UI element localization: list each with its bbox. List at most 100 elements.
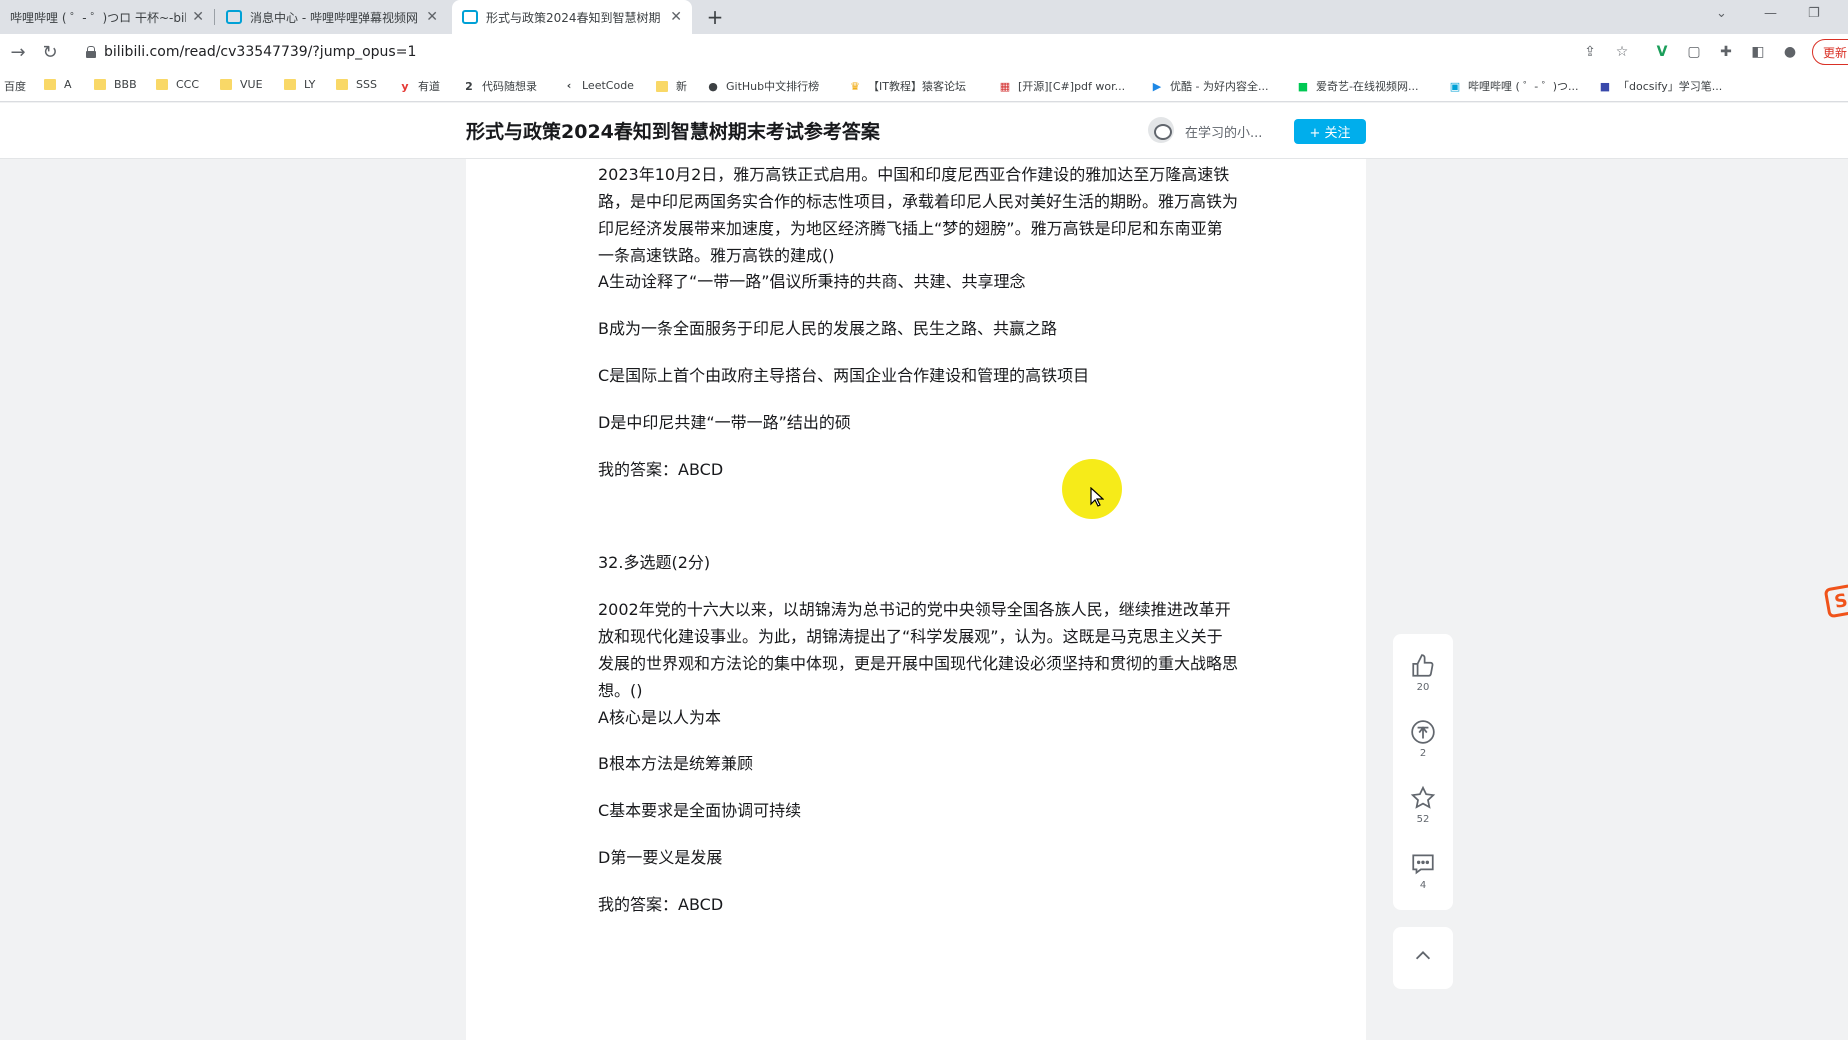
bookmark-bilibili[interactable]: ▣ 哔哩哔哩 ( ゜- ゜)つ... [1448,78,1579,94]
profile-avatar-icon[interactable]: ● [1780,42,1800,62]
question-31-stem: 2023年10月2日，雅万高铁正式启用。中国和印度尼西亚合作建设的雅加达至万隆高… [598,165,1239,265]
tab-strip: 哔哩哔哩 ( ゜- ゜)つロ 干杯~-bili ✕ 消息中心 - 哔哩哔哩弹幕视… [0,0,1848,34]
favorite-count: 52 [1416,814,1430,825]
tab-title: 消息中心 - 哔哩哔哩弹幕视频网 [250,10,418,25]
youdao-icon: y [401,79,409,93]
trophy-icon: ♛ [850,79,860,93]
question-31-option-a: A生动诠释了“一带一路”倡议所秉持的共商、共建、共享理念 [598,272,1026,291]
side-action-panel: 20 2 52 4 [1393,634,1453,910]
folder-icon [284,79,296,90]
bookmark-pdf-word[interactable]: ▦ [开源][C#]pdf wor... [998,78,1125,94]
favorite-button[interactable]: 52 [1393,784,1453,825]
close-icon[interactable]: ✕ [192,9,204,25]
thumbs-up-icon [1409,652,1437,680]
bookmark-star-icon[interactable]: ☆ [1612,42,1632,62]
new-tab-button[interactable]: + [702,4,728,30]
vue-devtools-icon[interactable]: V [1652,42,1672,62]
bookmark-folder-new[interactable]: 新 [656,78,687,94]
question-32-option-c: C基本要求是全面协调可持续 [598,801,802,820]
question-32-answer: 我的答案：ABCD [598,895,724,914]
restore-icon[interactable]: ❐ [1808,6,1820,21]
bilibili-favicon-icon [226,10,242,24]
bookmark-youku[interactable]: ▶ 优酷 - 为好内容全... [1150,78,1269,94]
browser-toolbar: → ↻ bilibili.com/read/cv33547739/?jump_o… [0,34,1848,70]
tab-search-icon[interactable]: ⌄ [1716,6,1727,21]
folder-icon [44,79,56,90]
avatar[interactable] [1148,117,1174,143]
like-button[interactable]: 20 [1393,652,1453,693]
share-icon[interactable]: ⇪ [1580,42,1600,62]
article-title: 形式与政策2024春知到智慧树期末考试参考答案 [466,121,880,143]
bookmark-folder-a[interactable]: A [44,78,72,91]
bookmark-github-ranking[interactable]: ● GitHub中文排行榜 [706,78,819,94]
question-31-option-d: D是中印尼共建“一带一路”结出的硕 [598,413,851,432]
mouse-pointer-icon [1090,486,1105,511]
extension-box-icon[interactable]: ▢ [1684,42,1704,62]
bookmark-youdao[interactable]: y 有道 [398,78,440,94]
bilibili-icon: ▣ [1449,79,1461,93]
tab-current-article[interactable]: 形式与政策2024春知到智慧树期 ✕ [452,0,692,34]
bookmark-folder-sss[interactable]: SSS [336,78,377,91]
bookmark-iqiyi[interactable]: ■ 爱奇艺-在线视频网... [1296,78,1419,94]
extensions-puzzle-icon[interactable]: ✚ [1716,42,1736,62]
chevron-up-icon [1412,945,1434,971]
bilibili-favicon-icon [462,10,478,24]
leetcode-icon: ‹ [566,78,572,92]
coin-button[interactable]: 2 [1393,718,1453,759]
question-32-option-a: A核心是以人为本 [598,708,721,727]
folder-icon [156,79,168,90]
back-button[interactable]: → [6,40,30,64]
follow-button[interactable]: + 关注 [1294,119,1366,144]
update-button[interactable]: 更新 [1812,39,1848,65]
minimize-icon[interactable]: — [1764,6,1777,21]
folder-icon [94,79,106,90]
address-bar[interactable]: bilibili.com/read/cv33547739/?jump_opus=… [74,38,1634,66]
bookmark-folder-bbb[interactable]: BBB [94,78,137,91]
question-32-header: 32.多选题(2分) [598,553,711,572]
bookmark-folder-ccc[interactable]: CCC [156,78,199,91]
article-header: 形式与政策2024春知到智慧树期末考试参考答案 在学习的小... + 关注 [0,103,1848,159]
article-content: 2023年10月2日，雅万高铁正式启用。中国和印度尼西亚合作建设的雅加达至万隆高… [466,159,1366,1040]
bookmarks-bar: 百度 A BBB CCC VUE LY SSS y 有道 2 代码随想录 ‹ Leet… [0,70,1848,102]
tab-bilibili-home[interactable]: 哔哩哔哩 ( ゜- ゜)つロ 干杯~-bili ✕ [0,0,214,34]
tab-title: 哔哩哔哩 ( ゜- ゜)つロ 干杯~-bili [10,10,187,25]
bookmark-it-tutorial[interactable]: ♛ 【IT教程】猿客论坛 [848,78,966,94]
question-31-answer: 我的答案：ABCD [598,460,724,479]
like-count: 20 [1416,682,1430,693]
coin-count: 2 [1419,748,1427,759]
question-32-option-b: B根本方法是统筹兼顾 [598,754,753,773]
question-32-stem: 2002年党的十六大以来，以胡锦涛为总书记的党中央领导全国各族人民，继续推进改革… [598,600,1239,700]
url-text: bilibili.com/read/cv33547739/?jump_opus=… [104,44,417,60]
bookmark-folder-vue[interactable]: VUE [220,78,263,91]
question-31-option-c: C是国际上首个由政府主导搭台、两国企业合作建设和管理的高铁项目 [598,366,1090,385]
bookmark-baidu[interactable]: 百度 [4,78,26,94]
bookmark-leetcode[interactable]: ‹ LeetCode [562,78,634,92]
close-icon[interactable]: ✕ [426,9,438,25]
folder-icon [336,79,348,90]
star-icon [1409,784,1437,812]
close-icon[interactable]: ✕ [670,9,682,25]
code-thoughts-icon: 2 [465,79,473,93]
folder-icon [656,80,668,92]
coin-icon [1409,718,1437,746]
bookmark-code-thoughts[interactable]: 2 代码随想录 [462,78,537,94]
sogou-input-icon[interactable]: S [1823,583,1848,619]
tab-message-center[interactable]: 消息中心 - 哔哩哔哩弹幕视频网 ✕ [216,0,448,34]
bookmark-docsify[interactable]: ■ 「docsify」学习笔... [1598,78,1722,94]
bookmark-folder-ly[interactable]: LY [284,78,315,91]
reload-button[interactable]: ↻ [38,40,62,64]
author-name[interactable]: 在学习的小... [1185,122,1262,141]
comment-count: 4 [1419,880,1427,891]
folder-icon [220,79,232,90]
question-31-option-b: B成为一条全面服务于印尼人民的发展之路、民生之路、共赢之路 [598,319,1057,338]
comment-icon [1409,850,1437,878]
github-icon: ● [708,79,718,93]
comment-button[interactable]: 4 [1393,850,1453,891]
side-panel-icon[interactable]: ◧ [1748,42,1768,62]
docsify-icon: ■ [1599,79,1611,93]
tab-divider [214,9,215,25]
question-32-option-d: D第一要义是发展 [598,848,723,867]
grid-icon: ▦ [999,79,1011,93]
iqiyi-icon: ■ [1297,79,1309,93]
back-to-top-button[interactable] [1393,927,1453,989]
